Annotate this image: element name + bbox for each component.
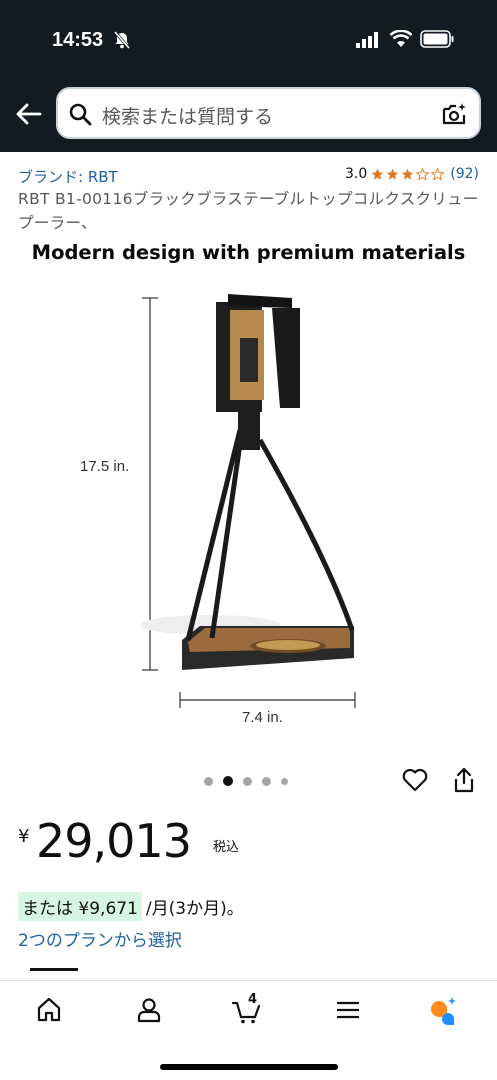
rating-summary[interactable]: 3.0 (92) <box>345 166 479 182</box>
carousel-dot-active[interactable] <box>223 776 233 786</box>
home-icon[interactable] <box>34 995 64 1025</box>
review-count[interactable]: (92) <box>450 166 479 182</box>
status-time: 14:53 <box>52 29 104 51</box>
image-caption: Modern design with premium materials <box>31 241 466 264</box>
star-empty-icon <box>416 167 430 181</box>
installment-suffix: /月(3か月)。 <box>145 899 244 919</box>
camera-search-icon[interactable] <box>441 101 467 127</box>
carousel-dot[interactable] <box>204 776 213 786</box>
installment-highlight: または ¥9,671 <box>18 892 142 921</box>
menu-icon[interactable] <box>333 995 363 1025</box>
dimension-width: 7.4 in. <box>242 709 283 726</box>
cart-count-badge: 4 <box>248 992 258 1007</box>
cart-icon[interactable] <box>232 995 262 1025</box>
muted-bell-icon <box>113 31 131 49</box>
image-carousel-dots[interactable] <box>204 776 288 786</box>
share-icon[interactable] <box>452 766 476 794</box>
installment-info: または ¥9,671 /月(3か月)。 <box>18 892 244 921</box>
star-full-icon <box>386 168 399 180</box>
scrolled-content-peek <box>30 968 470 980</box>
price-currency: ¥ <box>18 826 30 847</box>
installment-prefix: または <box>22 899 73 919</box>
wishlist-heart-icon[interactable] <box>401 766 429 794</box>
divider <box>30 968 78 971</box>
brand-link[interactable]: ブランド: RBT <box>18 166 118 187</box>
account-icon[interactable] <box>134 995 164 1025</box>
plans-link[interactable]: 2つのプランから選択 <box>18 926 182 951</box>
search-icon <box>69 103 92 126</box>
star-empty-icon <box>431 167 445 181</box>
carousel-dot[interactable] <box>243 776 252 786</box>
product-image[interactable] <box>60 280 440 740</box>
app-header: 14:53 検索または質問する <box>0 0 497 152</box>
tax-note: 税込 <box>213 840 240 855</box>
battery-icon <box>420 30 454 48</box>
carousel-dot[interactable] <box>281 777 288 785</box>
star-full-icon <box>401 168 414 180</box>
rating-value: 3.0 <box>344 166 368 182</box>
installment-amount: ¥9,671 <box>78 899 138 919</box>
signal-icon <box>356 32 378 48</box>
star-full-icon <box>371 168 384 180</box>
dimension-height: 17.5 in. <box>80 458 130 475</box>
back-arrow-icon[interactable] <box>14 100 42 128</box>
rufus-ai-icon[interactable] <box>428 995 458 1025</box>
search-input[interactable]: 検索または質問する <box>102 102 273 129</box>
carousel-dot[interactable] <box>262 776 271 786</box>
price-value: 29,013 <box>36 814 192 868</box>
wifi-icon <box>390 30 412 47</box>
search-bar[interactable]: 検索または質問する <box>56 87 481 139</box>
home-indicator <box>160 1064 338 1070</box>
product-title: RBT B1-00116ブラックブラステーブルトップコルクスクリュープーラー、 <box>18 190 479 232</box>
